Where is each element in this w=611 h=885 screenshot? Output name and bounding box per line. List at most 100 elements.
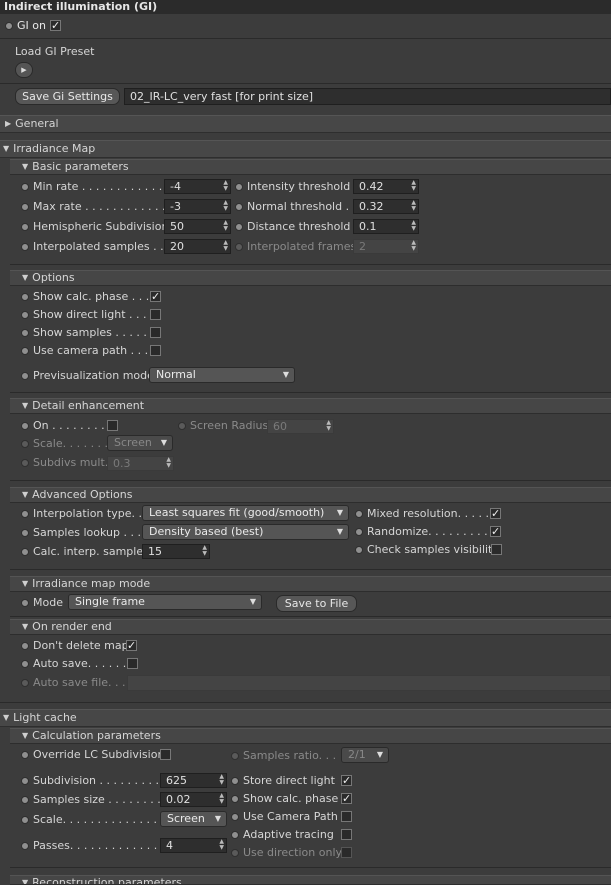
lc-show-calc-phase-radio[interactable] xyxy=(231,795,239,803)
override-lc-subdivision-checkbox[interactable] xyxy=(160,749,171,760)
samples-size-input[interactable]: 0.02 ▲ ▼ xyxy=(160,792,227,807)
subsection-irradiance-map-mode[interactable]: ▼ Irradiance map mode xyxy=(10,576,611,592)
section-light-cache[interactable]: ▼ Light cache xyxy=(0,709,611,727)
interpolated-frames-input[interactable]: 2 ▲ ▼ xyxy=(353,239,419,254)
screen-radius-input[interactable]: 60 ▲ ▼ xyxy=(267,419,334,434)
max-rate-input[interactable]: -3 ▲ ▼ xyxy=(164,199,231,214)
normal-threshold-input[interactable]: 0.32 ▲ ▼ xyxy=(353,199,419,214)
min-rate-input[interactable]: -4 ▲ ▼ xyxy=(164,179,231,194)
samples-lookup-select[interactable]: Density based (best) ▼ xyxy=(142,524,349,540)
samples-lookup-radio[interactable] xyxy=(21,529,29,537)
section-general[interactable]: ▶ General xyxy=(0,115,611,133)
subdivs-mult-input[interactable]: 0.3 ▲ ▼ xyxy=(107,456,174,471)
show-calc-phase-checkbox[interactable]: ✓ xyxy=(150,291,161,302)
previsualization-mode-radio[interactable] xyxy=(21,372,29,380)
randomize-radio[interactable] xyxy=(355,528,363,536)
subdivision-radio[interactable] xyxy=(21,777,29,785)
override-lc-subdivision-radio[interactable] xyxy=(21,751,29,759)
auto-save-checkbox[interactable] xyxy=(127,658,138,669)
interpolation-type-radio[interactable] xyxy=(21,510,29,518)
subsection-advanced-options[interactable]: ▼ Advanced Options xyxy=(10,487,611,503)
subsection-detail-enhancement[interactable]: ▼ Detail enhancement xyxy=(10,398,611,414)
hemispheric-subdivision-radio[interactable] xyxy=(21,223,29,231)
intensity-threshold-input[interactable]: 0.42 ▲ ▼ xyxy=(353,179,419,194)
preset-file-field[interactable]: 02_IR-LC_very fast [for print size] xyxy=(124,88,611,105)
calc-interp-samples-radio[interactable] xyxy=(21,548,29,556)
dont-delete-map-checkbox[interactable]: ✓ xyxy=(126,640,137,651)
adaptive-tracing-radio[interactable] xyxy=(231,831,239,839)
save-to-file-button[interactable]: Save to File xyxy=(276,595,357,612)
show-calc-phase-radio[interactable] xyxy=(21,293,29,301)
mode-select[interactable]: Single frame ▼ xyxy=(68,594,262,610)
subsection-basic-parameters[interactable]: ▼ Basic parameters xyxy=(10,159,611,175)
chevron-down-icon: ▼ xyxy=(3,144,10,153)
interpolated-samples-radio[interactable] xyxy=(21,243,29,251)
auto-save-radio[interactable] xyxy=(21,660,29,668)
detail-on-checkbox[interactable] xyxy=(107,420,118,431)
save-gi-settings-button[interactable]: Save Gi Settings xyxy=(15,88,120,105)
show-direct-light-radio[interactable] xyxy=(21,311,29,319)
mixed-resolution-radio[interactable] xyxy=(355,510,363,518)
lc-use-camera-path-radio[interactable] xyxy=(231,813,239,821)
samples-size-radio[interactable] xyxy=(21,796,29,804)
lc-scale-radio[interactable] xyxy=(21,816,29,824)
randomize-checkbox[interactable]: ✓ xyxy=(490,526,501,537)
options-label: Options xyxy=(32,271,75,284)
max-rate-radio[interactable] xyxy=(21,203,29,211)
detail-on-radio[interactable] xyxy=(21,422,29,430)
use-camera-path-checkbox[interactable] xyxy=(150,345,161,356)
load-preset-button[interactable]: ▶ xyxy=(15,62,33,78)
subdivs-mult-radio[interactable] xyxy=(21,459,29,467)
interpolated-samples-input[interactable]: 20 ▲ ▼ xyxy=(164,239,231,254)
interpolated-frames-radio[interactable] xyxy=(235,243,243,251)
use-direction-only-checkbox[interactable] xyxy=(341,847,352,858)
adaptive-tracing-checkbox[interactable] xyxy=(341,829,352,840)
detail-scale-select[interactable]: Screen ▼ xyxy=(107,435,173,451)
interpolation-type-select[interactable]: Least squares fit (good/smooth) ▼ xyxy=(142,505,349,521)
passes-input[interactable]: 4 ▲ ▼ xyxy=(160,838,227,853)
intensity-threshold-radio[interactable] xyxy=(235,183,243,191)
gi-on-radio[interactable] xyxy=(5,22,13,30)
lc-use-camera-path-checkbox[interactable] xyxy=(341,811,352,822)
store-direct-light-checkbox[interactable]: ✓ xyxy=(341,775,352,786)
show-samples-checkbox[interactable] xyxy=(150,327,161,338)
subsection-on-render-end[interactable]: ▼ On render end xyxy=(10,619,611,635)
min-rate-radio[interactable] xyxy=(21,183,29,191)
gi-on-checkbox[interactable]: ✓ xyxy=(50,20,61,31)
use-direction-only-radio[interactable] xyxy=(231,849,239,857)
detail-scale-radio[interactable] xyxy=(21,440,29,448)
mixed-resolution-checkbox[interactable]: ✓ xyxy=(490,508,501,519)
subsection-options[interactable]: ▼ Options xyxy=(10,270,611,286)
show-calc-phase-label: Show calc. phase . . . xyxy=(33,290,150,303)
calc-interp-samples-input[interactable]: 15 ▲ ▼ xyxy=(142,544,210,559)
samples-ratio-select[interactable]: 2/1 ▼ xyxy=(341,747,389,763)
distance-threshold-input[interactable]: 0.1 ▲ ▼ xyxy=(353,219,419,234)
distance-threshold-radio[interactable] xyxy=(235,223,243,231)
samples-size-label: Samples size . . . . . . . . . xyxy=(33,793,168,806)
section-irradiance-map[interactable]: ▼ Irradiance Map xyxy=(0,140,611,158)
show-direct-light-checkbox[interactable] xyxy=(150,309,161,320)
hemispheric-subdivision-input[interactable]: 50 ▲ ▼ xyxy=(164,219,231,234)
chevron-down-icon: ▼ xyxy=(336,508,343,517)
dont-delete-map-radio[interactable] xyxy=(21,642,29,650)
check-samples-visibility-checkbox[interactable] xyxy=(491,544,502,555)
subdivision-input[interactable]: 625 ▲ ▼ xyxy=(160,773,227,788)
passes-radio[interactable] xyxy=(21,842,29,850)
store-direct-light-radio[interactable] xyxy=(231,777,239,785)
on-render-end-label: On render end xyxy=(32,620,112,633)
screen-radius-radio[interactable] xyxy=(178,422,186,430)
lc-scale-select[interactable]: Screen ▼ xyxy=(160,811,227,827)
chevron-down-icon: ▼ xyxy=(160,438,167,447)
lc-show-calc-phase-checkbox[interactable]: ✓ xyxy=(341,793,352,804)
subsection-reconstruction-parameters[interactable]: ▼ Reconstruction parameters xyxy=(10,875,611,885)
auto-save-file-input[interactable] xyxy=(127,675,611,691)
check-samples-visibility-radio[interactable] xyxy=(355,546,363,554)
use-camera-path-radio[interactable] xyxy=(21,347,29,355)
previsualization-mode-select[interactable]: Normal ▼ xyxy=(149,367,295,383)
subsection-calculation-parameters[interactable]: ▼ Calculation parameters xyxy=(10,728,611,744)
mode-radio[interactable] xyxy=(21,599,29,607)
show-samples-radio[interactable] xyxy=(21,329,29,337)
auto-save-file-radio[interactable] xyxy=(21,679,29,687)
samples-ratio-radio[interactable] xyxy=(231,752,239,760)
normal-threshold-radio[interactable] xyxy=(235,203,243,211)
